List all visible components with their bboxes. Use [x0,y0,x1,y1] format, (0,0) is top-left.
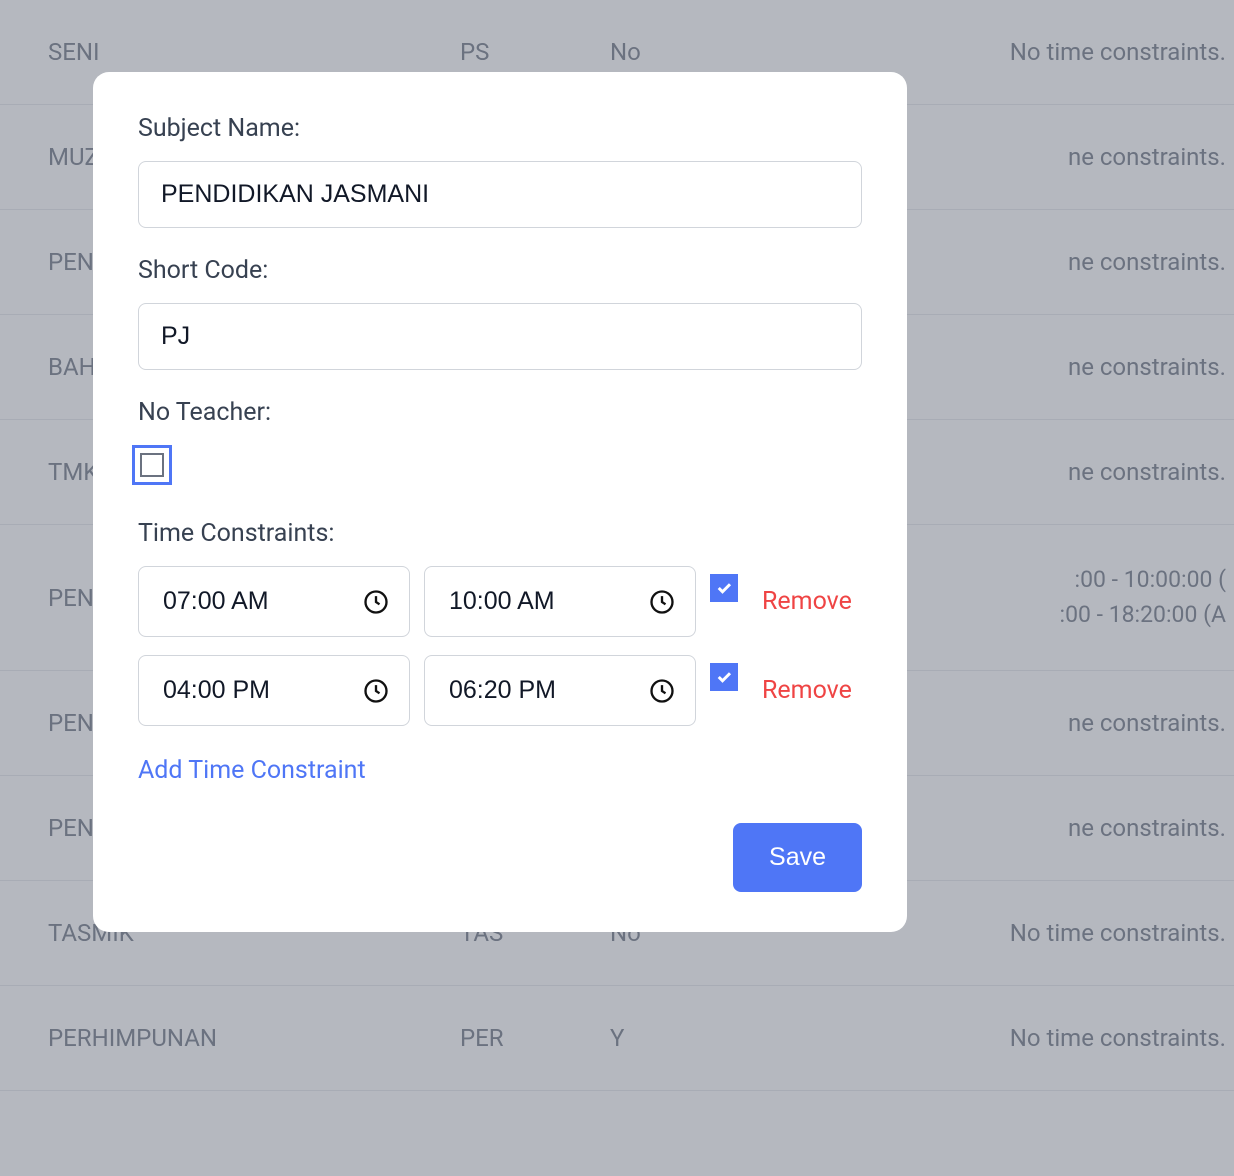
remove-constraint-link[interactable]: Remove [762,676,852,705]
no-teacher-label: No Teacher: [138,398,862,427]
short-code-input[interactable] [138,303,862,370]
short-code-label: Short Code: [138,256,862,285]
remove-constraint-link[interactable]: Remove [762,587,852,616]
time-constraint-row: Remove [138,655,862,726]
clock-icon[interactable] [648,588,676,616]
add-time-constraint-link[interactable]: Add Time Constraint [138,756,366,785]
save-button[interactable]: Save [733,823,862,892]
clock-icon[interactable] [648,677,676,705]
edit-subject-modal: Subject Name: Short Code: No Teacher: Ti… [93,72,907,932]
constraint-checkbox[interactable] [710,663,738,691]
constraint-checkbox[interactable] [710,574,738,602]
time-constraints-label: Time Constraints: [138,519,862,548]
subject-name-input[interactable] [138,161,862,228]
clock-icon[interactable] [362,588,390,616]
time-constraint-row: Remove [138,566,862,637]
subject-name-label: Subject Name: [138,114,862,143]
clock-icon[interactable] [362,677,390,705]
no-teacher-checkbox[interactable] [132,445,172,485]
